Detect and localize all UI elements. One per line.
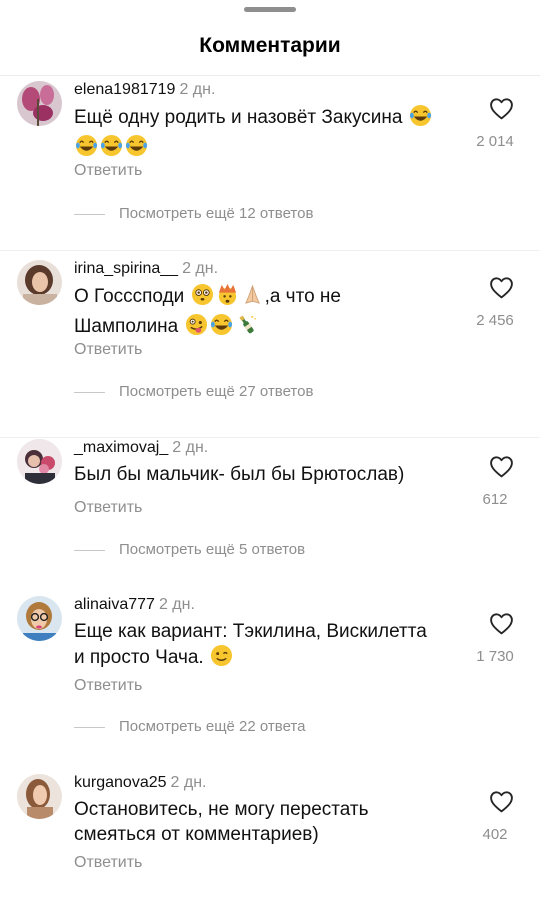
comment-meta: kurganova25 2 дн.	[74, 774, 206, 792]
view-replies-label: Посмотреть ещё 22 ответа	[119, 718, 306, 735]
reply-button[interactable]: Ответить	[74, 341, 142, 359]
heart-icon[interactable]	[489, 790, 514, 813]
avatar[interactable]	[17, 81, 62, 126]
comment-username[interactable]: alinaiva777	[74, 596, 155, 613]
view-replies-link[interactable]: Посмотреть ещё 5 ответов	[74, 541, 305, 558]
divider	[0, 250, 540, 251]
avatar[interactable]	[17, 596, 62, 641]
replies-line	[74, 213, 105, 215]
comment-text-line: Был бы мальчик- был бы Брютослав)	[74, 464, 405, 485]
view-replies-label: Посмотреть ещё 12 ответов	[119, 205, 314, 222]
avatar[interactable]	[17, 260, 62, 305]
replies-line	[74, 726, 105, 728]
avatar[interactable]	[17, 439, 62, 484]
comment-meta: irina_spirina__ 2 дн.	[74, 260, 218, 278]
like-count: 1 730	[476, 648, 514, 665]
replies-line	[74, 549, 105, 551]
reply-button[interactable]: Ответить	[74, 677, 142, 695]
like-count: 2 014	[476, 133, 514, 150]
zany-face-emoji-icon	[185, 313, 208, 343]
like-count: 402	[482, 826, 508, 843]
comment-time: 2 дн.	[182, 260, 219, 277]
view-replies-label: Посмотреть ещё 5 ответов	[119, 541, 306, 558]
laughing-emoji-icon	[75, 134, 98, 164]
comment-meta: elena1981719 2 дн.	[74, 81, 215, 99]
view-replies-link[interactable]: Посмотреть ещё 22 ответа	[74, 718, 305, 735]
champagne-bottle-emoji-icon	[235, 313, 258, 343]
praying-hands-emoji-icon	[241, 283, 264, 313]
comment-username[interactable]: irina_spirina__	[74, 260, 178, 277]
reply-button[interactable]: Ответить	[74, 854, 142, 872]
comment-text-line: Остановитесь, не могу перестать	[74, 799, 369, 820]
comment-text-line: Еще как вариант: Тэкилина, Вискилетта	[74, 621, 427, 642]
comment-text-line: Шамполина	[74, 316, 179, 337]
comment-text: Остановитесь, не могу перестать смеяться…	[74, 797, 464, 847]
header-divider	[0, 75, 540, 76]
comment-text-line: О Госссподи	[74, 286, 185, 307]
comment-text: Был бы мальчик- был бы Брютослав)	[74, 462, 464, 487]
drag-handle[interactable]	[244, 7, 296, 12]
view-replies-label: Посмотреть ещё 27 ответов	[119, 383, 314, 400]
comment-username[interactable]: kurganova25	[74, 774, 167, 791]
comment-text: Еще как вариант: Тэкилина, Вискилетта и …	[74, 619, 464, 674]
comment-time: 2 дн.	[158, 596, 195, 613]
heart-icon[interactable]	[489, 612, 514, 635]
comment-time: 2 дн.	[172, 439, 209, 456]
exploding-head-emoji-icon	[216, 283, 239, 313]
like-count: 612	[482, 491, 508, 508]
heart-icon[interactable]	[489, 455, 514, 478]
comment-text-line: смеяться от комментариев)	[74, 824, 319, 845]
like-count: 2 456	[476, 312, 514, 329]
heart-icon[interactable]	[489, 276, 514, 299]
comment-meta: alinaiva777 2 дн.	[74, 596, 195, 614]
comment-meta: _maximovaj_ 2 дн.	[74, 439, 208, 457]
laughing-emoji-icon	[210, 313, 233, 343]
comment-username[interactable]: _maximovaj_	[74, 439, 168, 456]
view-replies-link[interactable]: Посмотреть ещё 12 ответов	[74, 205, 313, 222]
view-replies-link[interactable]: Посмотреть ещё 27 ответов	[74, 383, 313, 400]
comment-text-line: Ещё одну родить и назовёт Закусина	[74, 107, 403, 128]
page-title: Комментарии	[199, 34, 341, 57]
laughing-emoji-icon	[409, 104, 432, 134]
heart-icon[interactable]	[489, 97, 514, 120]
winking-face-emoji-icon	[210, 644, 233, 674]
divider	[0, 437, 540, 438]
comment-text-line: ,а что не	[264, 286, 341, 307]
avatar[interactable]	[17, 774, 62, 819]
comment-text: Ещё одну родить и назовёт Закусина	[74, 104, 464, 164]
comment-text: О Госссподи ,а что не Шамполина	[74, 283, 464, 343]
comment-text-line: и просто Чача.	[74, 647, 204, 668]
flushed-emoji-icon	[191, 283, 214, 313]
comment-time: 2 дн.	[179, 81, 216, 98]
reply-button[interactable]: Ответить	[74, 162, 142, 180]
reply-button[interactable]: Ответить	[74, 499, 142, 517]
comment-username[interactable]: elena1981719	[74, 81, 175, 98]
replies-line	[74, 391, 105, 393]
laughing-emoji-icon	[100, 134, 123, 164]
laughing-emoji-icon	[125, 134, 148, 164]
comment-time: 2 дн.	[170, 774, 207, 791]
comments-sheet: Комментарии elena1981719 2 дн. Ещё одну р…	[0, 0, 540, 903]
